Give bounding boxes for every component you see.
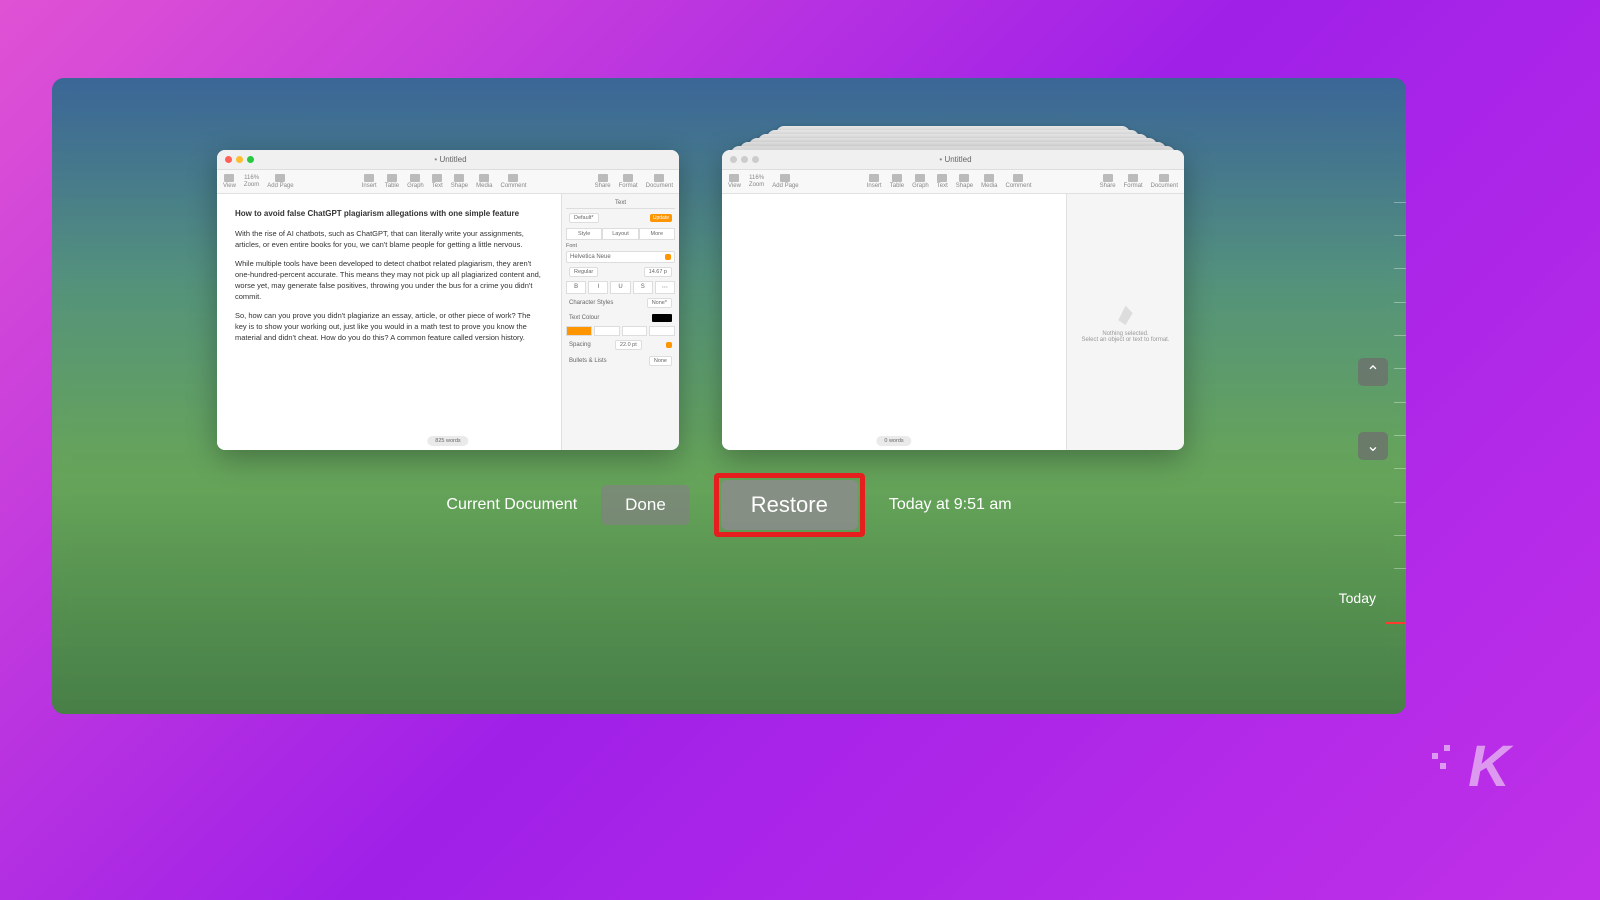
strike-button[interactable]: S bbox=[633, 281, 653, 294]
format-button[interactable]: Format bbox=[619, 174, 638, 189]
table-button[interactable]: Table bbox=[385, 174, 399, 189]
empty-state-subtitle: Select an object or text to format. bbox=[1081, 337, 1169, 343]
comment-button[interactable]: Comment bbox=[500, 174, 526, 189]
shape-button[interactable]: Shape bbox=[451, 174, 468, 189]
format-sidebar: Text Default* Update StyleLayoutMore Font… bbox=[561, 194, 679, 450]
version-document-window: Untitled View 116%Zoom Add Page Insert T… bbox=[722, 150, 1184, 450]
char-styles-value[interactable]: None* bbox=[647, 298, 672, 308]
zoom-control[interactable]: 116%Zoom bbox=[244, 175, 259, 188]
done-button[interactable]: Done bbox=[601, 485, 690, 525]
current-document-label: Current Document bbox=[446, 496, 577, 514]
traffic-lights[interactable] bbox=[225, 156, 254, 163]
shape-button[interactable]: Shape bbox=[956, 174, 973, 189]
paragraph-style[interactable]: Default* bbox=[569, 213, 599, 223]
restore-button-highlight: Restore bbox=[714, 473, 865, 537]
sidebar-tab-text[interactable]: Text bbox=[566, 198, 675, 209]
text-button[interactable]: Text bbox=[432, 174, 443, 189]
chevron-up-icon: ⌃ bbox=[1366, 362, 1379, 382]
window-title: Untitled bbox=[759, 155, 1152, 164]
chevron-down-icon: ⌄ bbox=[1366, 436, 1379, 456]
spacing-label: Spacing bbox=[569, 342, 591, 348]
format-button[interactable]: Format bbox=[1124, 174, 1143, 189]
share-button[interactable]: Share bbox=[595, 174, 611, 189]
titlebar: Untitled bbox=[722, 150, 1184, 170]
char-styles-label: Character Styles bbox=[569, 300, 613, 306]
view-button[interactable]: View bbox=[223, 174, 236, 189]
align-justify-button[interactable] bbox=[649, 326, 675, 336]
tab-layout[interactable]: Layout bbox=[602, 228, 638, 240]
titlebar: Untitled bbox=[217, 150, 679, 170]
spacing-value[interactable]: 22.0 pt bbox=[615, 340, 642, 350]
timeline-today-label: Today bbox=[1339, 590, 1376, 606]
bold-button[interactable]: B bbox=[566, 281, 586, 294]
align-left-button[interactable] bbox=[566, 326, 592, 336]
align-center-button[interactable] bbox=[594, 326, 620, 336]
watermark-logo: K bbox=[1468, 733, 1510, 800]
insert-button[interactable]: Insert bbox=[867, 174, 882, 189]
comment-button[interactable]: Comment bbox=[1005, 174, 1031, 189]
document-page[interactable]: 0 words bbox=[722, 194, 1066, 450]
tab-style[interactable]: Style bbox=[566, 228, 602, 240]
timeline-current-marker bbox=[1386, 622, 1406, 624]
version-timestamp: Today at 9:51 am bbox=[889, 496, 1012, 514]
version-controls: Current Document Done Restore Today at 9… bbox=[52, 473, 1406, 537]
view-button[interactable]: View bbox=[728, 174, 741, 189]
zoom-control[interactable]: 116%Zoom bbox=[749, 175, 764, 188]
previous-version-button[interactable]: ⌃ bbox=[1358, 358, 1388, 386]
text-color-swatch[interactable] bbox=[652, 314, 672, 322]
toolbar: View 116%Zoom Add Page Insert Table Grap… bbox=[722, 170, 1184, 194]
update-style-button[interactable]: Update bbox=[650, 214, 672, 222]
window-title: Untitled bbox=[254, 155, 647, 164]
format-sidebar: Nothing selected. Select an object or te… bbox=[1066, 194, 1184, 450]
media-button[interactable]: Media bbox=[476, 174, 492, 189]
underline-button[interactable]: U bbox=[610, 281, 630, 294]
next-version-button[interactable]: ⌄ bbox=[1358, 432, 1388, 460]
align-right-button[interactable] bbox=[622, 326, 648, 336]
table-button[interactable]: Table bbox=[890, 174, 904, 189]
graph-button[interactable]: Graph bbox=[407, 174, 424, 189]
version-timeline[interactable]: Today bbox=[1388, 178, 1406, 654]
font-size[interactable]: 14.67 p bbox=[644, 267, 672, 277]
media-button[interactable]: Media bbox=[981, 174, 997, 189]
paragraph: So, how can you prove you didn't plagiar… bbox=[235, 310, 543, 344]
traffic-lights bbox=[730, 156, 759, 163]
font-name[interactable]: Helvetica Neue bbox=[570, 254, 611, 260]
current-document-window: Untitled View 116%Zoom Add Page Insert T… bbox=[217, 150, 679, 450]
bullets-value[interactable]: None bbox=[649, 356, 672, 366]
word-count: 0 words bbox=[876, 436, 911, 446]
bullets-label: Bullets & Lists bbox=[569, 358, 607, 364]
restore-button[interactable]: Restore bbox=[721, 480, 858, 530]
more-format-button[interactable]: ⋯ bbox=[655, 281, 675, 294]
text-color-label: Text Colour bbox=[569, 315, 599, 321]
add-page-button[interactable]: Add Page bbox=[267, 174, 293, 189]
tab-more[interactable]: More bbox=[639, 228, 675, 240]
document-button[interactable]: Document bbox=[646, 174, 673, 189]
toolbar: View 116%Zoom Add Page Insert Table Grap… bbox=[217, 170, 679, 194]
document-heading: How to avoid false ChatGPT plagiarism al… bbox=[235, 208, 543, 220]
share-button[interactable]: Share bbox=[1100, 174, 1116, 189]
paragraph: With the rise of AI chatbots, such as Ch… bbox=[235, 228, 543, 251]
paragraph: While multiple tools have been developed… bbox=[235, 258, 543, 303]
graph-button[interactable]: Graph bbox=[912, 174, 929, 189]
document-button[interactable]: Document bbox=[1151, 174, 1178, 189]
font-label: Font bbox=[566, 243, 675, 249]
add-page-button[interactable]: Add Page bbox=[772, 174, 798, 189]
text-button[interactable]: Text bbox=[937, 174, 948, 189]
italic-button[interactable]: I bbox=[588, 281, 608, 294]
insert-button[interactable]: Insert bbox=[362, 174, 377, 189]
format-brush-icon bbox=[1114, 301, 1138, 325]
document-page[interactable]: How to avoid false ChatGPT plagiarism al… bbox=[217, 194, 561, 450]
font-weight[interactable]: Regular bbox=[569, 267, 598, 277]
word-count: 825 words bbox=[427, 436, 468, 446]
